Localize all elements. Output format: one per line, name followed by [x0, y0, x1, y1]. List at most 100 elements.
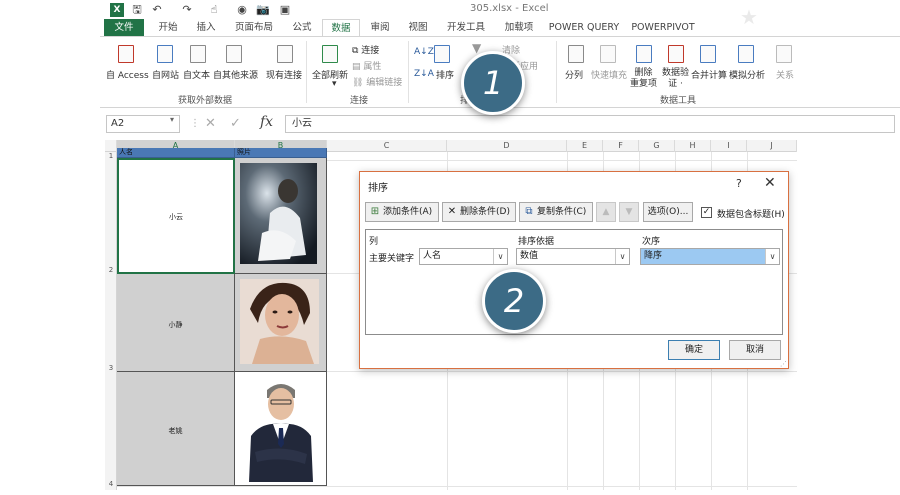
- from-access-button[interactable]: 自 Access: [106, 68, 149, 81]
- column-header-c[interactable]: C: [327, 140, 447, 152]
- resize-grip-icon[interactable]: ⋰: [780, 360, 787, 368]
- from-text-button[interactable]: 自文本: [183, 68, 210, 81]
- properties-button[interactable]: ▤ 属性: [352, 59, 381, 72]
- circle-icon[interactable]: ◉: [235, 3, 249, 17]
- text-to-columns-button[interactable]: 分列: [565, 68, 583, 81]
- relationships-icon: [776, 45, 792, 63]
- existing-connections-button[interactable]: 现有连接: [266, 68, 302, 81]
- column-header-i[interactable]: I: [711, 140, 747, 152]
- sort-az-button[interactable]: A↓Z: [414, 47, 434, 57]
- delete-level-label: 删除条件(D): [460, 207, 510, 217]
- tab-insert[interactable]: 插入: [188, 19, 224, 36]
- ok-button[interactable]: 确定: [668, 340, 720, 360]
- help-icon[interactable]: ?: [736, 177, 742, 190]
- sort-button[interactable]: 排序: [436, 68, 454, 81]
- sort-on-select[interactable]: 数值 ∨: [516, 248, 630, 265]
- formula-input[interactable]: 小云: [285, 115, 895, 133]
- move-up-button[interactable]: ▲: [596, 202, 616, 222]
- connections-button[interactable]: ⧉ 连接: [352, 43, 379, 56]
- cell-b4[interactable]: [235, 372, 327, 486]
- other-sources-icon: [226, 45, 242, 63]
- existing-connections-icon: [277, 45, 293, 63]
- cell-b2[interactable]: [235, 158, 327, 274]
- chevron-down-icon[interactable]: ▾: [170, 115, 174, 124]
- tab-view[interactable]: 视图: [400, 19, 436, 36]
- sort-za-button[interactable]: Z↓A: [414, 69, 434, 79]
- properties-label: 属性: [363, 62, 382, 72]
- chevron-down-icon[interactable]: ∨: [765, 249, 779, 264]
- add-level-button[interactable]: ⊞ 添加条件(A): [365, 202, 439, 222]
- touch-mode-icon[interactable]: ☝: [207, 3, 221, 17]
- form-icon[interactable]: ▣: [278, 3, 292, 17]
- tab-review[interactable]: 审阅: [362, 19, 398, 36]
- tab-formulas[interactable]: 公式: [284, 19, 320, 36]
- what-if-analysis-button[interactable]: 模拟分析: [729, 68, 765, 81]
- move-down-button[interactable]: ▼: [619, 202, 639, 222]
- save-icon[interactable]: 🖫: [130, 3, 144, 17]
- column-header-d[interactable]: D: [447, 140, 567, 152]
- sort-dialog: 排序 ? ✕ ⊞ 添加条件(A) ✕ 删除条件(D) ⧉ 复制条件(C) ▲ ▼ 选项…: [359, 171, 789, 369]
- cell-a1[interactable]: 人名: [117, 148, 235, 158]
- step-1-badge: 1: [461, 51, 525, 115]
- options-button[interactable]: 选项(O)...: [643, 202, 693, 222]
- row-header-3[interactable]: 3: [105, 364, 117, 372]
- tab-addins[interactable]: 加载项: [498, 19, 540, 36]
- relationships-button[interactable]: 关系: [776, 68, 794, 81]
- tab-power-query[interactable]: POWER QUERY: [546, 19, 622, 36]
- has-headers-checkbox[interactable]: ✓: [701, 207, 712, 218]
- window-title: 305.xlsx - Excel: [470, 3, 549, 14]
- cell-a3[interactable]: 小静: [117, 274, 235, 372]
- redo-icon[interactable]: ↷: [180, 3, 194, 17]
- delete-level-button[interactable]: ✕ 删除条件(D): [442, 202, 516, 222]
- cancel-button[interactable]: 取消: [729, 340, 781, 360]
- name-box[interactable]: A2: [106, 115, 180, 133]
- select-all-corner[interactable]: [105, 140, 117, 152]
- chevron-down-icon[interactable]: ∨: [493, 249, 507, 264]
- from-other-sources-button[interactable]: 自其他来源: [213, 68, 258, 81]
- row-header-4[interactable]: 4: [105, 480, 117, 488]
- sort-column-select[interactable]: 人名 ∨: [419, 248, 508, 265]
- row-header-1[interactable]: 1: [105, 152, 117, 160]
- tab-data[interactable]: 数据: [322, 19, 360, 36]
- chevron-down-icon[interactable]: ∨: [615, 249, 629, 264]
- flash-fill-button[interactable]: 快速填充: [591, 68, 627, 81]
- tab-powerpivot[interactable]: POWERPIVOT: [630, 19, 696, 36]
- refresh-all-button[interactable]: 全部刷新: [312, 68, 348, 81]
- column-header-h[interactable]: H: [675, 140, 711, 152]
- column-header-j[interactable]: J: [747, 140, 797, 152]
- checkmark-icon: ✓: [702, 207, 711, 217]
- copy-level-button[interactable]: ⧉ 复制条件(C): [519, 202, 593, 222]
- cell-a4[interactable]: 老姚: [117, 372, 235, 486]
- refresh-dropdown-icon[interactable]: ▾: [332, 79, 337, 89]
- column-header-e[interactable]: E: [567, 140, 603, 152]
- cell-a2[interactable]: 小云: [117, 158, 235, 274]
- column-header-g[interactable]: G: [639, 140, 675, 152]
- insert-function-icon[interactable]: fx: [260, 114, 273, 130]
- order-heading: 次序: [642, 237, 661, 247]
- tab-file[interactable]: 文件: [104, 19, 144, 36]
- consolidate-button[interactable]: 合并计算: [691, 68, 727, 81]
- cell-a3-text: 小静: [168, 321, 183, 329]
- cell-b3[interactable]: [235, 274, 327, 372]
- cell-b1[interactable]: 照片: [235, 148, 327, 158]
- column-header-f[interactable]: F: [603, 140, 639, 152]
- undo-icon[interactable]: ↶: [150, 3, 164, 17]
- row-headers: 1 2 3 4: [105, 152, 117, 490]
- formula-bar: A2 ▾ ⋮ ✕ ✓ fx 小云: [100, 114, 900, 134]
- enter-formula-icon[interactable]: ✓: [230, 116, 241, 131]
- data-validation-button[interactable]: 数据验 证 ·: [662, 68, 689, 90]
- excel-logo-icon: X: [110, 3, 124, 17]
- connections-label: 连接: [361, 46, 380, 56]
- tab-home[interactable]: 开始: [150, 19, 186, 36]
- photo-woman-window: [240, 163, 317, 264]
- close-icon[interactable]: ✕: [764, 175, 776, 191]
- tab-page-layout[interactable]: 页面布局: [228, 19, 280, 36]
- edit-links-button[interactable]: ⛓ 编辑链接: [352, 75, 402, 88]
- remove-duplicates-button[interactable]: 删除 重复项: [630, 68, 657, 90]
- camera-icon[interactable]: 📷: [256, 3, 270, 17]
- tab-developer[interactable]: 开发工具: [440, 19, 492, 36]
- cancel-formula-icon[interactable]: ✕: [205, 116, 216, 131]
- sort-order-select[interactable]: 降序 ∨: [640, 248, 780, 265]
- from-web-button[interactable]: 自网站: [152, 68, 179, 81]
- row-header-2[interactable]: 2: [105, 266, 117, 274]
